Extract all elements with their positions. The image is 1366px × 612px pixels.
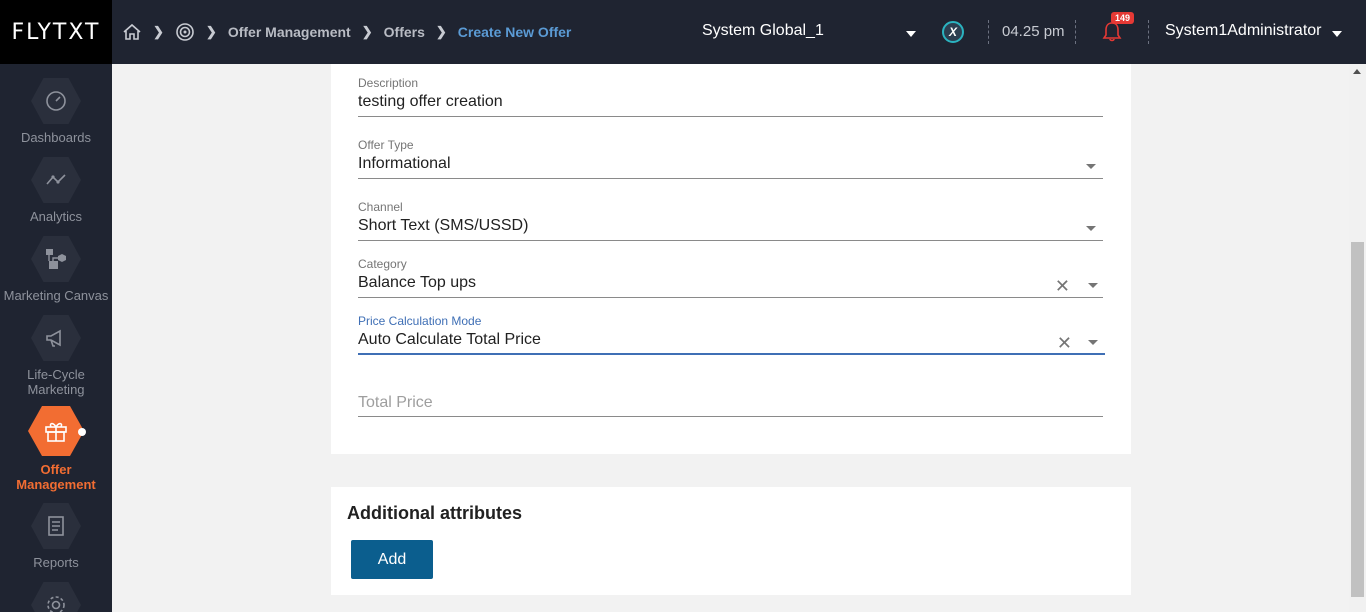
analytics-icon [31, 157, 81, 203]
chevron-down-icon[interactable] [1332, 31, 1342, 37]
sidebar: Dashboards Analytics Marketing Canvas Li… [0, 64, 112, 612]
offer-form-card: Description testing offer creation Offer… [331, 64, 1131, 454]
description-label: Description [358, 76, 419, 90]
system-select[interactable]: System Global_1 [702, 22, 920, 46]
sidebar-item-reports[interactable]: Reports [0, 503, 112, 570]
field-underline [358, 353, 1105, 355]
sidebar-item-label: Analytics [29, 209, 83, 224]
report-icon [31, 503, 81, 549]
close-icon[interactable]: ✕ [1055, 277, 1070, 295]
breadcrumb-offer-management[interactable]: Offer Management [228, 24, 351, 40]
price-mode-label: Price Calculation Mode [358, 314, 482, 328]
gear-icon [31, 582, 81, 612]
close-icon[interactable]: ✕ [1057, 334, 1072, 352]
chevron-right-icon: ❯ [361, 24, 373, 39]
breadcrumb: ❯ ❯ Offer Management ❯ Offers ❯ Create N… [122, 0, 571, 64]
sidebar-item-life-cycle-marketing[interactable]: Life-Cycle Marketing [0, 315, 112, 397]
sidebar-item-label: Reports [33, 555, 79, 570]
field-underline [358, 240, 1103, 241]
field-underline [358, 178, 1103, 179]
sidebar-item-label: Dashboards [20, 130, 92, 145]
sidebar-item-analytics[interactable]: Analytics [0, 157, 112, 224]
sidebar-item-dashboards[interactable]: Dashboards [0, 78, 112, 145]
breadcrumb-offers[interactable]: Offers [384, 24, 425, 40]
breadcrumb-create-new-offer: Create New Offer [457, 24, 572, 40]
sidebar-item-offer-management[interactable]: Offer Management [0, 406, 112, 492]
sidebar-item-label: Offer Management [16, 462, 96, 492]
category-label: Category [358, 257, 407, 271]
flytxt-logo[interactable]: FLYTXT [0, 0, 112, 64]
chevron-right-icon: ❯ [435, 24, 447, 39]
field-underline [358, 116, 1103, 117]
gauge-icon [31, 78, 81, 124]
field-underline [358, 416, 1103, 417]
total-price-input[interactable]: Total Price [358, 394, 433, 411]
category-value: Balance Top ups [358, 274, 477, 291]
channel-label: Channel [358, 200, 403, 214]
channel-value: Short Text (SMS/USSD) [358, 217, 529, 234]
sidebar-item-label: Marketing Canvas [3, 288, 109, 303]
chevron-down-icon[interactable] [1088, 340, 1098, 345]
target-icon[interactable] [175, 22, 195, 42]
clock: 04.25 pm [1002, 23, 1065, 40]
price-mode-value[interactable]: Auto Calculate Total Price [358, 331, 1105, 349]
user-menu[interactable]: System1Administrator [1165, 22, 1322, 40]
home-icon[interactable] [122, 22, 142, 42]
field-underline [358, 297, 1103, 298]
description-input[interactable]: testing offer creation [358, 93, 1103, 111]
chevron-right-icon: ❯ [205, 24, 217, 39]
divider [1148, 20, 1149, 44]
chevron-down-icon[interactable] [1088, 283, 1098, 288]
top-bar: FLYTXT ❯ ❯ Offer Management ❯ Offers ❯ C… [0, 0, 1366, 64]
divider [1075, 20, 1076, 44]
active-indicator [78, 428, 86, 436]
sidebar-item-settings[interactable] [0, 582, 112, 612]
sidebar-item-marketing-canvas[interactable]: Marketing Canvas [0, 236, 112, 303]
megaphone-icon [31, 315, 81, 361]
scrollbar[interactable] [1349, 64, 1366, 612]
channel-select[interactable]: Channel Short Text (SMS/USSD) [358, 200, 1103, 242]
chevron-right-icon: ❯ [153, 24, 164, 39]
offer-type-select[interactable]: Offer Type Informational [358, 138, 1103, 180]
scroll-up-arrow-icon[interactable] [1353, 69, 1361, 74]
chevron-down-icon [906, 31, 916, 37]
chevron-down-icon[interactable] [1086, 226, 1096, 231]
notification-badge: 149 [1111, 12, 1135, 24]
additional-attributes-card: Additional attributes Add [331, 487, 1131, 595]
category-select[interactable]: Category Balance Top ups ✕ [358, 257, 1103, 299]
canvas-icon [31, 236, 81, 282]
offer-type-label: Offer Type [358, 138, 414, 152]
sidebar-item-label: Life-Cycle Marketing [27, 367, 85, 397]
price-calculation-mode-select[interactable]: Price Calculation Mode Auto Calculate To… [358, 314, 1105, 356]
gift-icon [28, 406, 84, 456]
scrollbar-thumb[interactable] [1351, 242, 1364, 597]
x-app-icon[interactable]: X [942, 21, 964, 43]
system-select-value: System Global_1 [702, 22, 824, 39]
add-button[interactable]: Add [351, 540, 433, 579]
description-field[interactable]: Description testing offer creation [358, 76, 1103, 118]
total-price-field[interactable]: Total Price [358, 394, 1103, 418]
divider [988, 20, 989, 44]
section-title: Additional attributes [347, 503, 522, 523]
offer-type-value: Informational [358, 155, 451, 172]
chevron-down-icon[interactable] [1086, 164, 1096, 169]
